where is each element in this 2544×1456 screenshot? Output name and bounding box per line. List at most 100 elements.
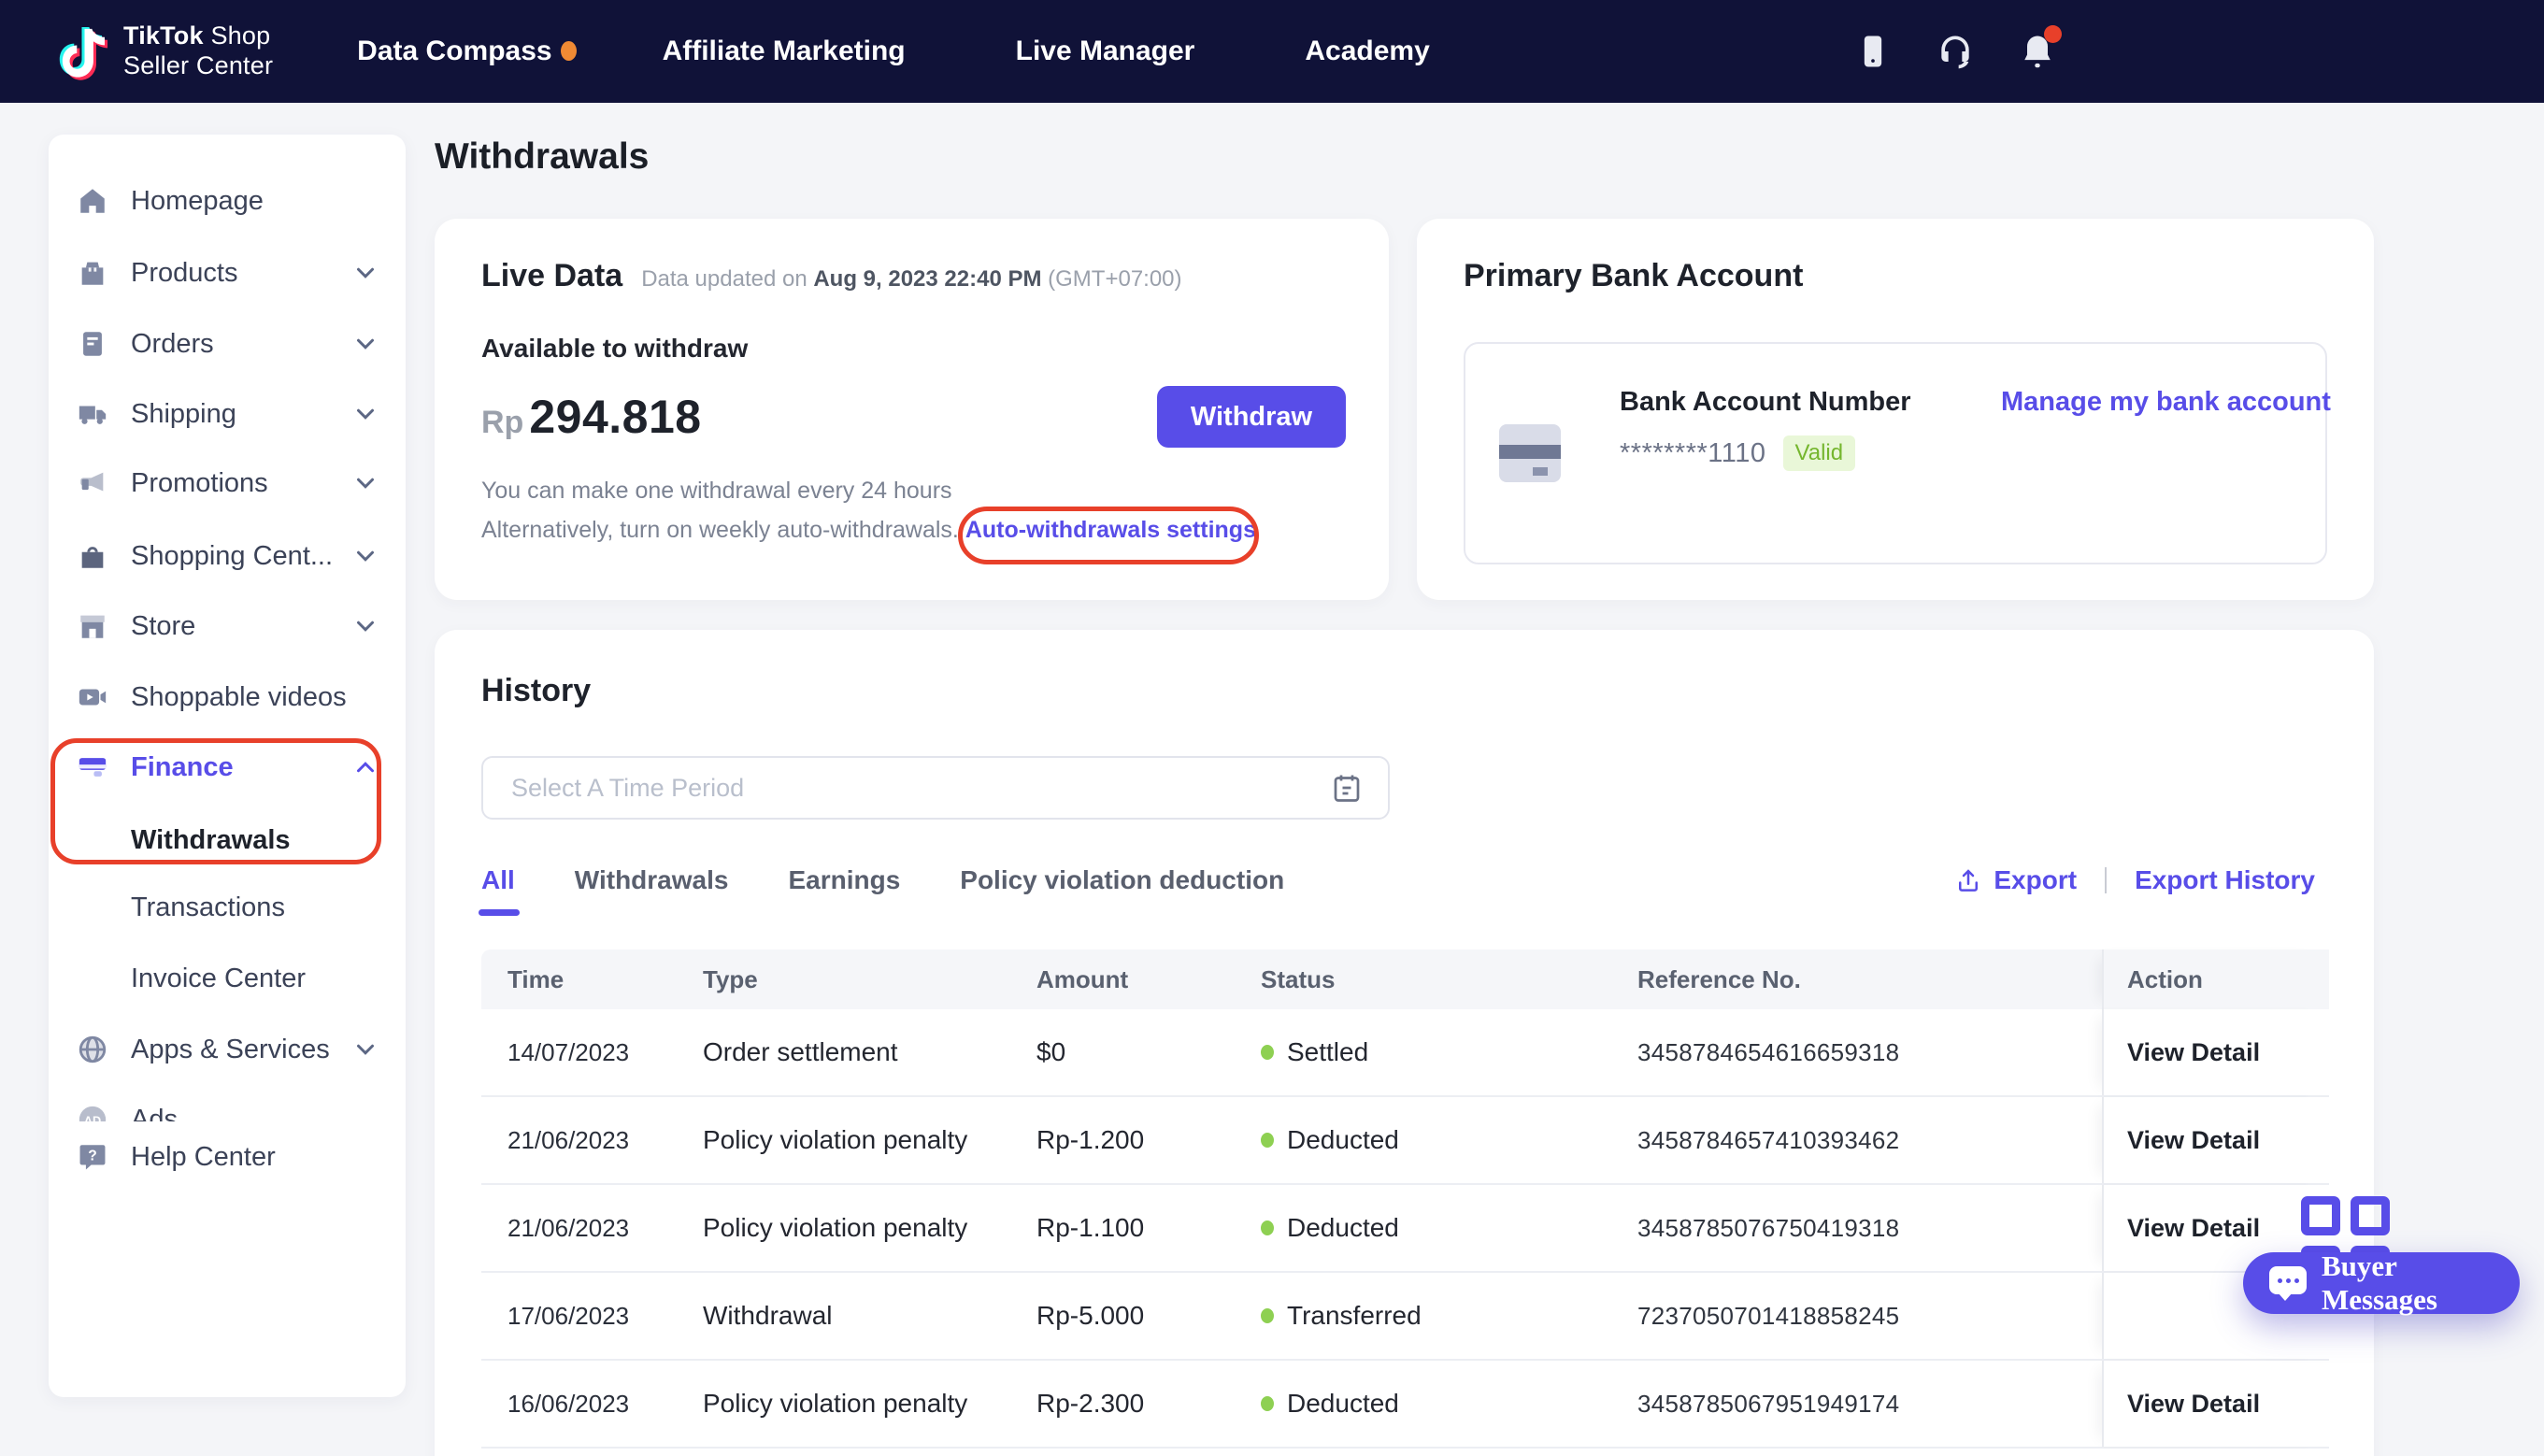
sidebar-item-store[interactable]: Store bbox=[49, 591, 406, 662]
sidebar-item-invoice-center[interactable]: Invoice Center bbox=[49, 943, 406, 1014]
ads-icon: AD bbox=[77, 1104, 108, 1121]
home-icon bbox=[77, 185, 108, 217]
apps-services-icon bbox=[77, 1034, 108, 1065]
tab-earnings[interactable]: Earnings bbox=[788, 865, 900, 916]
history-tabs: All Withdrawals Earnings Policy violatio… bbox=[481, 865, 1344, 916]
auto-withdrawals-settings-link[interactable]: Auto-withdrawals settings bbox=[965, 517, 1256, 543]
valid-status-badge: Valid bbox=[1783, 435, 1856, 471]
view-detail-link[interactable]: View Detail bbox=[2127, 1126, 2260, 1155]
status-dot bbox=[1261, 1396, 1274, 1411]
time-period-placeholder: Select A Time Period bbox=[511, 774, 1330, 803]
buyer-messages-button[interactable]: Buyer Messages bbox=[2243, 1252, 2520, 1314]
shopping-center-icon bbox=[77, 540, 108, 572]
table-row: 21/06/2023 Policy violation penalty Rp-1… bbox=[481, 1097, 2329, 1185]
bank-account-number-label: Bank Account Number bbox=[1620, 387, 1911, 418]
export-divider bbox=[2105, 867, 2107, 893]
nav-affiliate-marketing[interactable]: Affiliate Marketing bbox=[663, 36, 906, 67]
chevron-up-icon bbox=[351, 753, 379, 781]
chevron-down-icon bbox=[351, 330, 379, 358]
status-dot bbox=[1261, 1308, 1274, 1323]
status-dot bbox=[1261, 1220, 1274, 1235]
svg-text:AD: AD bbox=[84, 1114, 101, 1121]
tab-all[interactable]: All bbox=[481, 865, 515, 916]
table-row: 21/06/2023 Policy violation penalty Rp-1… bbox=[481, 1185, 2329, 1273]
products-icon bbox=[77, 257, 108, 289]
store-icon bbox=[77, 610, 108, 642]
view-detail-link[interactable]: View Detail bbox=[2127, 1390, 2260, 1419]
shoppable-videos-icon bbox=[77, 681, 108, 713]
manage-bank-account-link[interactable]: Manage my bank account bbox=[2001, 387, 2331, 418]
sidebar-item-shopping-center[interactable]: Shopping Cent... bbox=[49, 521, 406, 592]
col-status: Status bbox=[1261, 965, 1637, 994]
bank-card-title: Primary Bank Account bbox=[1464, 258, 2327, 294]
withdrawal-note-2: Alternatively, turn on weekly auto-withd… bbox=[481, 517, 1342, 544]
sidebar-item-promotions[interactable]: Promotions bbox=[49, 448, 406, 519]
sidebar-item-ads[interactable]: AD Ads bbox=[49, 1084, 406, 1121]
chevron-down-icon bbox=[351, 259, 379, 287]
orders-icon bbox=[77, 328, 108, 360]
table-row: 14/07/2023 Order settlement $0 Settled 3… bbox=[481, 1009, 2329, 1097]
export-upload-icon bbox=[1954, 866, 1982, 894]
svg-text:?: ? bbox=[88, 1149, 97, 1164]
status-dot bbox=[1261, 1045, 1274, 1060]
sidebar-item-finance[interactable]: Finance bbox=[49, 732, 406, 803]
amount-value: 294.818 bbox=[529, 390, 701, 444]
data-updated-text: Data updated on Aug 9, 2023 22:40 PM (GM… bbox=[641, 266, 1181, 293]
bank-card-icon bbox=[1499, 424, 1561, 482]
col-time: Time bbox=[481, 965, 703, 994]
chevron-down-icon bbox=[351, 1035, 379, 1063]
headset-support-icon[interactable] bbox=[1935, 31, 1976, 72]
sidebar-item-homepage[interactable]: Homepage bbox=[49, 165, 406, 236]
withdraw-button[interactable]: Withdraw bbox=[1157, 386, 1346, 448]
sidebar-item-withdrawals[interactable]: Withdrawals bbox=[49, 805, 406, 876]
time-period-select[interactable]: Select A Time Period bbox=[481, 756, 1390, 820]
chevron-down-icon bbox=[351, 612, 379, 640]
bell-notifications-icon[interactable] bbox=[2017, 31, 2058, 72]
sidebar-item-help-center[interactable]: ? Help Center bbox=[49, 1121, 406, 1192]
tab-policy-violation-deduction[interactable]: Policy violation deduction bbox=[960, 865, 1284, 916]
logo-text: TikTok Shop Seller Center bbox=[123, 21, 273, 81]
view-detail-link[interactable]: View Detail bbox=[2127, 1214, 2260, 1243]
sidebar-item-shoppable-videos[interactable]: Shoppable videos bbox=[49, 662, 406, 733]
export-history-button[interactable]: Export History bbox=[2135, 865, 2315, 895]
finance-icon bbox=[77, 751, 108, 783]
chevron-down-icon bbox=[351, 400, 379, 428]
tiktok-note-icon bbox=[54, 15, 108, 88]
sidebar-item-products[interactable]: Products bbox=[49, 237, 406, 308]
help-icon: ? bbox=[77, 1141, 108, 1173]
tiktok-shop-logo[interactable]: TikTok Shop Seller Center bbox=[54, 15, 273, 88]
sidebar-item-orders[interactable]: Orders bbox=[49, 308, 406, 379]
top-nav: TikTok Shop Seller Center Data Compass A… bbox=[0, 0, 2544, 103]
live-data-title: Live Data bbox=[481, 258, 622, 294]
nav-academy[interactable]: Academy bbox=[1305, 36, 1429, 67]
table-row: 16/06/2023 Policy violation penalty Rp-2… bbox=[481, 1361, 2329, 1449]
calendar-icon bbox=[1330, 771, 1364, 805]
mobile-app-icon[interactable] bbox=[1852, 31, 1894, 72]
promotions-icon bbox=[77, 467, 108, 499]
live-data-card: Live Data Data updated on Aug 9, 2023 22… bbox=[435, 219, 1389, 600]
view-detail-link[interactable]: View Detail bbox=[2127, 1038, 2260, 1067]
export-button[interactable]: Export bbox=[1954, 865, 2077, 895]
available-to-withdraw-label: Available to withdraw bbox=[481, 334, 1342, 364]
bell-badge-dot bbox=[2044, 25, 2062, 43]
page-title: Withdrawals bbox=[435, 136, 649, 178]
sidebar-item-apps-services[interactable]: Apps & Services bbox=[49, 1014, 406, 1085]
shipping-icon bbox=[77, 398, 108, 430]
sidebar-item-ads-clipped: AD Ads bbox=[49, 1084, 406, 1121]
sidebar-item-transactions[interactable]: Transactions bbox=[49, 872, 406, 943]
tab-withdrawals[interactable]: Withdrawals bbox=[575, 865, 729, 916]
nav-live-manager[interactable]: Live Manager bbox=[1016, 36, 1195, 67]
table-header-row: Time Type Amount Status Reference No. Ac… bbox=[481, 949, 2329, 1009]
chevron-down-icon bbox=[351, 469, 379, 497]
withdrawal-note-1: You can make one withdrawal every 24 hou… bbox=[481, 478, 1342, 505]
bank-account-box: Bank Account Number ********1110 Valid M… bbox=[1464, 342, 2327, 564]
sidebar-item-shipping[interactable]: Shipping bbox=[49, 378, 406, 450]
history-card: History Select A Time Period All Withdra… bbox=[435, 630, 2374, 1456]
nav-data-compass[interactable]: Data Compass bbox=[357, 36, 551, 67]
chat-bubble-icon bbox=[2269, 1266, 2307, 1300]
table-row: 17/06/2023 Withdrawal Rp-5.000 Transferr… bbox=[481, 1273, 2329, 1361]
history-table: Time Type Amount Status Reference No. Ac… bbox=[481, 949, 2329, 1449]
status-dot bbox=[1261, 1133, 1274, 1148]
chevron-down-icon bbox=[351, 542, 379, 570]
sidebar: Homepage Products Orders Shipping Promot… bbox=[49, 135, 406, 1397]
